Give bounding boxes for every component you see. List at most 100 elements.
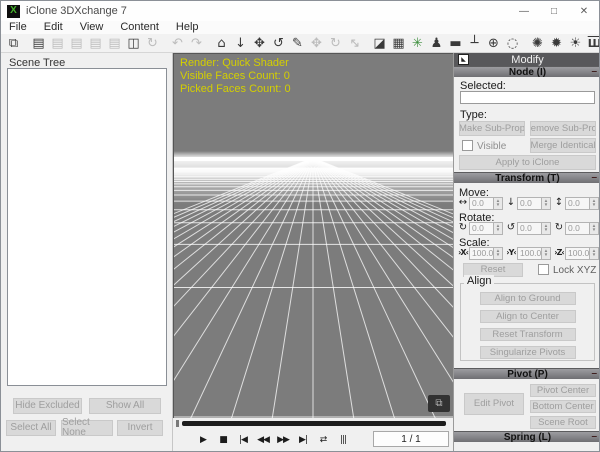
rewind-button[interactable]: ◀◀: [253, 431, 273, 449]
selected-input[interactable]: [460, 91, 595, 104]
first-frame-button[interactable]: |◀: [233, 431, 253, 449]
spin-down-icon[interactable]: ▼: [592, 253, 596, 258]
menu-item-content[interactable]: Content: [120, 22, 159, 33]
menu-item-help[interactable]: Help: [176, 22, 199, 33]
singularize-pivots-button[interactable]: Singularize Pivots: [480, 346, 576, 359]
lock-xyz-checkbox[interactable]: [538, 264, 549, 275]
spot-light-icon[interactable]: ✹: [547, 35, 566, 52]
ibl-stage-icon[interactable]: Ш: [585, 35, 600, 52]
make-subprop-button[interactable]: Make Sub-Prop: [459, 121, 525, 136]
collapse-icon[interactable]: –: [591, 368, 597, 379]
scene-tree-list[interactable]: [7, 68, 167, 386]
collapse-icon[interactable]: –: [591, 172, 597, 183]
reset-transform-button[interactable]: Reset Transform: [480, 328, 576, 341]
frame-counter[interactable]: 1 / 1: [373, 431, 449, 447]
zoom-camera-icon[interactable]: ✎: [288, 35, 307, 52]
scene-tree-select-all-button[interactable]: Select All: [6, 420, 56, 436]
orbit-camera-icon[interactable]: ↺: [269, 35, 288, 52]
spin-down-icon[interactable]: ▼: [496, 228, 500, 233]
spinner-stepper[interactable]: ▲▼: [590, 247, 599, 260]
spinner-stepper[interactable]: ▲▼: [542, 197, 551, 210]
scene-tree-toggle-icon[interactable]: ⧉: [4, 35, 23, 52]
edit-pivot-button[interactable]: Edit Pivot: [464, 393, 524, 415]
last-frame-button[interactable]: ▶|: [293, 431, 313, 449]
collapse-icon[interactable]: –: [591, 66, 597, 77]
rotate-value-field[interactable]: 0.0: [565, 222, 590, 235]
fast-forward-button[interactable]: ▶▶: [273, 431, 293, 449]
open-file-icon[interactable]: ▤: [29, 35, 48, 52]
scale-value-field[interactable]: 100.0: [565, 247, 590, 260]
spin-down-icon[interactable]: ▼: [592, 203, 596, 208]
spinner-stepper[interactable]: ▲▼: [542, 222, 551, 235]
visible-checkbox[interactable]: [462, 140, 473, 151]
globe-display-icon[interactable]: ⊕: [484, 35, 503, 52]
scale-value-field[interactable]: 100.0: [469, 247, 494, 260]
maximize-button[interactable]: □: [539, 1, 569, 21]
viewport-canvas[interactable]: Render: Quick Shader Visible Faces Count…: [173, 53, 453, 418]
zoom-fit-icon[interactable]: ↓: [231, 35, 250, 52]
background-color-icon[interactable]: ◪: [370, 35, 389, 52]
show-figure-icon[interactable]: ♟: [427, 35, 446, 52]
scene-tree-select-none-button[interactable]: Select None: [61, 420, 113, 436]
menu-item-file[interactable]: File: [9, 22, 27, 33]
apply-to-iclone-button[interactable]: Apply to iClone: [459, 155, 596, 170]
align-to-center-button[interactable]: Align to Center: [480, 310, 576, 323]
spin-down-icon[interactable]: ▼: [496, 203, 500, 208]
pivot-display-icon[interactable]: ┴: [465, 35, 484, 52]
show-plane-icon[interactable]: ▬: [446, 35, 465, 52]
bounding-display-icon[interactable]: ◌: [503, 35, 522, 52]
section-header-node[interactable]: Node (I) –: [454, 66, 600, 77]
spinner-stepper[interactable]: ▲▼: [494, 197, 503, 210]
scene-tree-hide-excluded-button[interactable]: Hide Excluded: [13, 398, 82, 414]
axis-toggle-icon[interactable]: ✳: [408, 35, 427, 52]
spinner-stepper[interactable]: ▲▼: [590, 197, 599, 210]
rotate-value-field[interactable]: 0.0: [469, 222, 494, 235]
scene-tree-show-all-button[interactable]: Show All: [89, 398, 161, 414]
spinner-stepper[interactable]: ▲▼: [590, 222, 599, 235]
collapse-icon[interactable]: –: [591, 431, 597, 442]
section-header-pivot[interactable]: Pivot (P) –: [454, 368, 600, 379]
play-button[interactable]: ▶: [193, 431, 213, 449]
point-light-icon[interactable]: ✺: [528, 35, 547, 52]
spin-down-icon[interactable]: ▼: [496, 253, 500, 258]
stop-button[interactable]: ■: [213, 431, 233, 449]
scene-root-button[interactable]: Scene Root: [530, 416, 596, 429]
close-button[interactable]: ✕: [569, 1, 599, 21]
spin-down-icon[interactable]: ▼: [592, 228, 596, 233]
spinner-stepper[interactable]: ▲▼: [494, 247, 503, 260]
merge-identical-button[interactable]: Merge Identical: [530, 138, 596, 153]
viewport-expand-icon[interactable]: ⧉: [428, 395, 450, 412]
grid-toggle-icon[interactable]: ▦: [389, 35, 408, 52]
loop-button[interactable]: ⇄: [313, 431, 333, 449]
menu-item-edit[interactable]: Edit: [44, 22, 63, 33]
spinner-stepper[interactable]: ▲▼: [494, 222, 503, 235]
timeline-handle[interactable]: [176, 420, 179, 427]
scale-value-field[interactable]: 100.0: [517, 247, 542, 260]
camera-home-icon[interactable]: ⌂: [212, 35, 231, 52]
bottom-center-button[interactable]: Bottom Center: [530, 400, 596, 413]
transform-group: ›Z‹100.0▲▼: [553, 247, 600, 260]
rotate-value-field[interactable]: 0.0: [517, 222, 542, 235]
spinner-stepper[interactable]: ▲▼: [542, 247, 551, 260]
move-value-field[interactable]: 0.0: [565, 197, 590, 210]
scene-tree-invert-button[interactable]: Invert: [117, 420, 163, 436]
spin-down-icon[interactable]: ▼: [544, 228, 548, 233]
spin-down-icon[interactable]: ▼: [544, 253, 548, 258]
section-header-transform[interactable]: Transform (T) –: [454, 172, 600, 183]
remove-subprop-button[interactable]: Remove Sub-Prop: [530, 121, 596, 136]
dock-panel-icon[interactable]: ◣: [458, 54, 469, 65]
move-value-field[interactable]: 0.0: [469, 197, 494, 210]
timeline-track[interactable]: [173, 418, 453, 428]
pan-camera-icon[interactable]: ✥: [250, 35, 269, 52]
align-to-ground-button[interactable]: Align to Ground: [480, 292, 576, 305]
spin-down-icon[interactable]: ▼: [544, 203, 548, 208]
directional-light-icon[interactable]: ☀: [566, 35, 585, 52]
frame-bars-button[interactable]: |||: [333, 431, 353, 449]
pivot-center-button[interactable]: Pivot Center: [530, 384, 596, 397]
modify-panel: ◣ Modify Node (I) – Selected: Type: Make…: [453, 53, 600, 452]
minimize-button[interactable]: —: [509, 1, 539, 21]
section-header-spring[interactable]: Spring (L) –: [454, 431, 600, 442]
menu-item-view[interactable]: View: [80, 22, 104, 33]
apply-to-iclone-icon[interactable]: ◫: [124, 35, 143, 52]
move-value-field[interactable]: 0.0: [517, 197, 542, 210]
